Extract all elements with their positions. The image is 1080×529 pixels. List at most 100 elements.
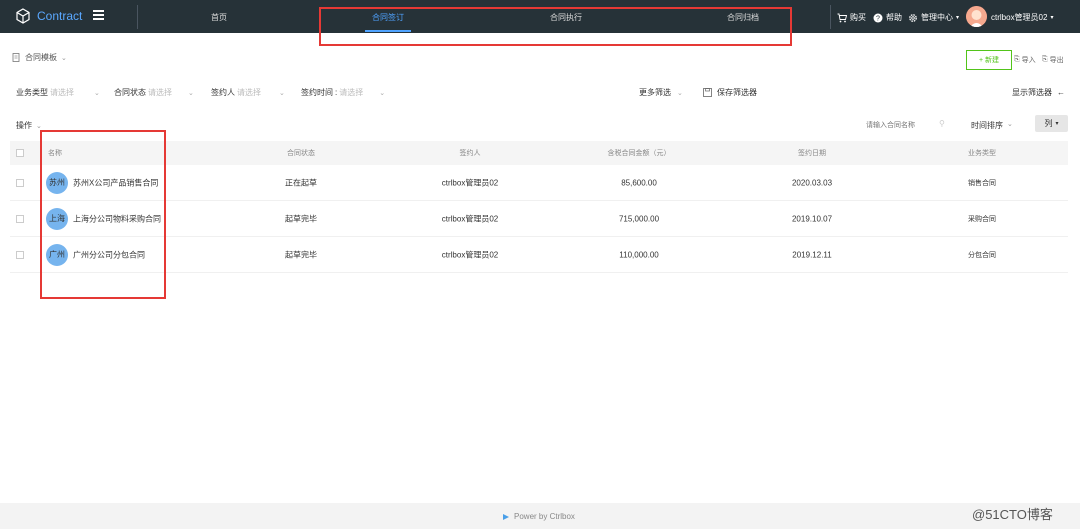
- footer: Power by Ctrlbox: [0, 503, 1080, 529]
- watermark: @51CTO博客: [972, 507, 1053, 522]
- chevron-down-icon: ⌄: [677, 89, 683, 97]
- hamburger-menu-icon[interactable]: [93, 10, 104, 20]
- more-filters-button[interactable]: 更多筛选 ⌄: [639, 87, 683, 98]
- filter-business-type[interactable]: 业务类型 请选择 ⌄: [16, 87, 100, 98]
- save-icon: [703, 88, 712, 97]
- admin-center-label: 管理中心: [921, 13, 953, 22]
- contract-date: 2019.12.11: [792, 250, 832, 259]
- select-all-checkbox[interactable]: [16, 149, 24, 157]
- user-name: ctrlbox管理员02: [991, 13, 1048, 22]
- search-icon[interactable]: ⚲: [939, 119, 945, 128]
- avatar-icon: [966, 6, 987, 27]
- filter-sign-date[interactable]: 签约时间 : 请选择 ⌄: [301, 87, 385, 98]
- contract-status: 起草完毕: [285, 250, 317, 259]
- filter-contract-status[interactable]: 合同状态 请选择 ⌄: [114, 87, 194, 98]
- row-checkbox[interactable]: [16, 214, 24, 223]
- chevron-down-icon: ⌄: [279, 89, 285, 97]
- columns-button[interactable]: 列 ▾: [1035, 115, 1068, 132]
- svg-text:?: ?: [876, 15, 880, 22]
- help-label: 帮助: [886, 13, 902, 22]
- new-label: 新建: [985, 57, 1000, 64]
- contract-type: 采购合同: [968, 215, 996, 223]
- show-filters-label: 显示筛选器: [1012, 88, 1052, 97]
- column-header-date: 签约日期: [798, 150, 826, 157]
- contract-status: 正在起草: [285, 178, 317, 187]
- time-sort-dropdown[interactable]: 时间排序 ⌄: [971, 120, 1013, 131]
- filter-signer[interactable]: 签约人 请选择 ⌄: [211, 87, 285, 98]
- app-logo[interactable]: Contract: [15, 8, 82, 24]
- new-button[interactable]: + 新建: [966, 50, 1012, 70]
- admin-center-dropdown[interactable]: 管理中心 ▾: [908, 12, 959, 23]
- column-header-signer: 签约人: [459, 150, 481, 157]
- table-row[interactable]: 广州 广州分公司分包合同 起草完毕 ctrlbox管理员02 110,000.0…: [10, 237, 1068, 273]
- chevron-down-icon: ⌄: [188, 89, 194, 97]
- arrow-left-icon: ←: [1057, 88, 1065, 97]
- contract-amount: 110,000.00: [619, 250, 659, 259]
- help-icon: ?: [873, 13, 883, 22]
- filter-label: 业务类型: [16, 88, 48, 97]
- sort-label: 时间排序: [971, 121, 1003, 130]
- ctrlbox-logo-icon: [503, 513, 509, 520]
- help-button[interactable]: ? 帮助: [873, 12, 902, 23]
- plus-icon: +: [978, 56, 984, 64]
- import-button[interactable]: ⎘ 导入: [1014, 52, 1036, 68]
- chevron-down-icon: ⌄: [1007, 121, 1013, 128]
- save-filter-button[interactable]: 保存筛选器: [703, 87, 757, 98]
- filter-placeholder: 请选择: [50, 88, 74, 97]
- row-checkbox[interactable]: [16, 178, 24, 187]
- breadcrumb[interactable]: 合同模板 ⌄: [12, 52, 67, 63]
- buy-label: 购买: [850, 13, 866, 22]
- contract-date: 2019.10.07: [791, 214, 833, 223]
- annotation-box-names: [40, 130, 166, 299]
- cart-icon: [837, 13, 847, 22]
- import-label: 导入: [1021, 57, 1036, 64]
- gear-icon: [909, 13, 917, 22]
- column-header-type: 业务类型: [968, 150, 996, 157]
- filter-label: 签约人: [211, 88, 235, 97]
- filter-label: 合同状态: [114, 88, 146, 97]
- chevron-down-icon: ▾: [1055, 121, 1059, 127]
- contract-amount: 715,000.00: [618, 214, 660, 223]
- contracts-table: 名称 合同状态 签约人 含税合同金额（元） 签约日期 业务类型 苏州 苏州X公司…: [10, 141, 1068, 273]
- export-icon: ⎘: [1042, 56, 1048, 63]
- import-icon: ⎘: [1014, 56, 1020, 63]
- contract-signer: ctrlbox管理员02: [441, 250, 499, 259]
- filter-placeholder: 请选择: [339, 88, 364, 97]
- chevron-down-icon: ▾: [1050, 15, 1054, 21]
- column-header-status: 合同状态: [287, 150, 315, 157]
- buy-button[interactable]: 购买: [837, 12, 866, 23]
- user-avatar[interactable]: [966, 6, 987, 27]
- filter-placeholder: 请选择: [148, 88, 172, 97]
- show-filters-button[interactable]: 显示筛选器 ←: [1012, 87, 1065, 98]
- contract-status: 起草完毕: [285, 214, 317, 223]
- powered-by-label: Power by Ctrlbox: [514, 512, 575, 521]
- contract-amount: 85,600.00: [621, 178, 657, 187]
- app-name: Contract: [37, 9, 83, 23]
- contract-type: 销售合同: [968, 179, 996, 187]
- contract-signer: ctrlbox管理员02: [441, 178, 499, 187]
- operations-label: 操作: [16, 121, 32, 130]
- filter-label: 签约时间: [301, 88, 333, 97]
- operations-dropdown[interactable]: 操作 ⌄: [16, 120, 42, 131]
- more-filters-label: 更多筛选: [639, 88, 671, 97]
- breadcrumb-label: 合同模板: [25, 53, 57, 62]
- contract-signer: ctrlbox管理员02: [441, 214, 499, 223]
- table-row[interactable]: 苏州 苏州X公司产品销售合同 正在起草 ctrlbox管理员02 85,600.…: [10, 165, 1068, 201]
- chevron-down-icon: ⌄: [379, 89, 386, 97]
- contract-date: 2020.03.03: [791, 178, 833, 187]
- chevron-down-icon: ⌄: [61, 54, 67, 62]
- export-label: 导出: [1049, 57, 1064, 64]
- columns-label: 列: [1044, 119, 1053, 128]
- save-filter-label: 保存筛选器: [717, 88, 757, 97]
- powered-by: Power by Ctrlbox: [502, 512, 575, 521]
- row-checkbox[interactable]: [16, 250, 24, 259]
- table-row[interactable]: 上海 上海分公司物料采购合同 起草完毕 ctrlbox管理员02 715,000…: [10, 201, 1068, 237]
- user-menu[interactable]: ctrlbox管理员02 ▾: [991, 12, 1053, 23]
- table-header: 名称 合同状态 签约人 含税合同金额（元） 签约日期 业务类型: [10, 141, 1068, 165]
- annotation-box-nav: [319, 7, 792, 46]
- export-button[interactable]: ⎘ 导出: [1042, 52, 1064, 68]
- contract-type: 分包合同: [968, 251, 996, 259]
- document-icon: [12, 53, 20, 62]
- chevron-down-icon: ⌄: [94, 89, 100, 97]
- nav-tab-home[interactable]: 首页: [211, 12, 227, 23]
